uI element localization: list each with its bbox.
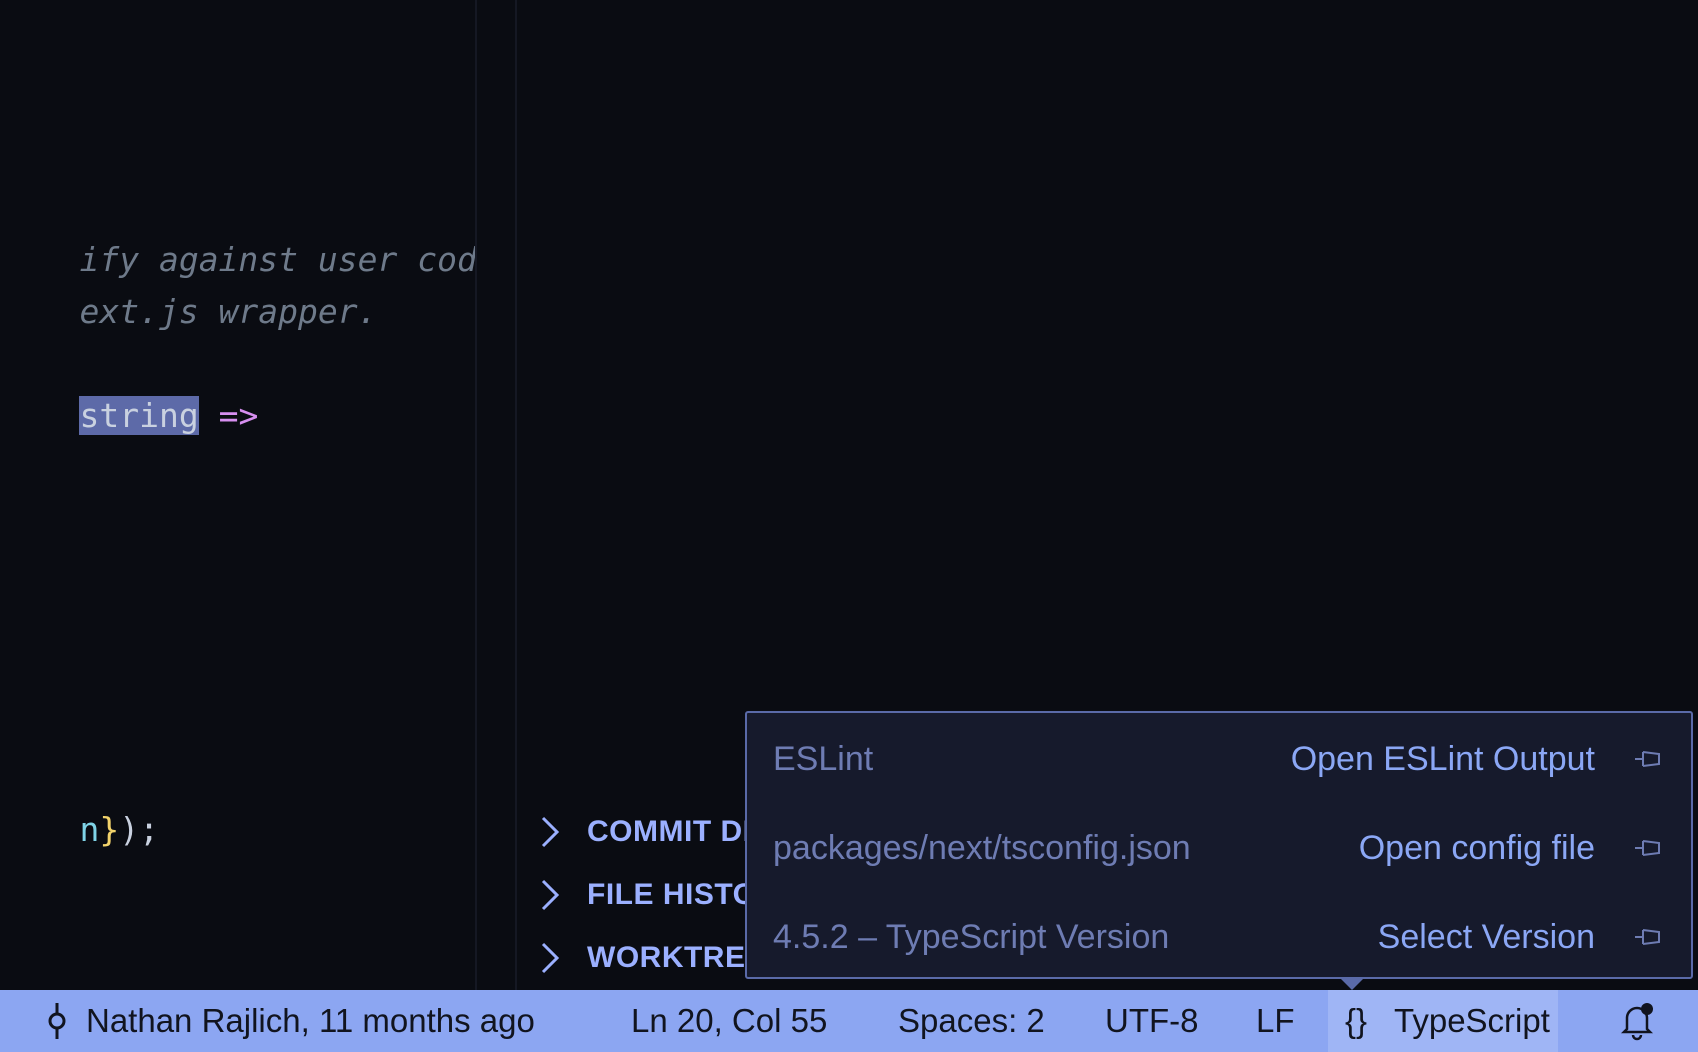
popup-row-label: 4.5.2 – TypeScript Version <box>773 917 1170 956</box>
popup-row-eslint: ESLint Open ESLint Output <box>773 729 1665 789</box>
notifications-bell-icon[interactable] <box>1612 990 1662 1052</box>
popup-row-ts-version: 4.5.2 – TypeScript Version Select Versio… <box>773 907 1665 967</box>
code-editor[interactable]: ify against user code. ext.js wrapper. s… <box>0 0 475 990</box>
code-token: } <box>99 810 120 849</box>
minimap-gutter <box>477 0 515 990</box>
language-status-braces-icon[interactable]: {} <box>1328 990 1384 1052</box>
git-blame-item[interactable]: Nathan Rajlich, 11 months ago <box>44 990 535 1052</box>
selected-type-token: string <box>79 396 199 435</box>
code-token: ext.js wrapper. <box>79 292 378 331</box>
select-version-link[interactable]: Select Version <box>1378 918 1595 957</box>
language-mode-item[interactable]: TypeScript <box>1384 990 1558 1052</box>
cursor-position-item[interactable]: Ln 20, Col 55 <box>631 990 827 1052</box>
pin-icon[interactable] <box>1631 920 1665 954</box>
code-token: n <box>79 810 100 849</box>
indentation-item[interactable]: Spaces: 2 <box>898 990 1045 1052</box>
chevron-right-icon <box>535 941 565 975</box>
git-blame-text: Nathan Rajlich, 11 months ago <box>86 1002 535 1039</box>
status-bar: Nathan Rajlich, 11 months ago Ln 20, Col… <box>0 990 1698 1052</box>
chevron-right-icon <box>535 878 565 912</box>
pin-icon[interactable] <box>1631 831 1665 865</box>
chevron-right-icon <box>535 815 565 849</box>
code-line-comment-2: ext.js wrapper. <box>0 252 378 372</box>
language-status-popup: ESLint Open ESLint Output packages/next/… <box>745 711 1693 979</box>
popup-row-tsconfig: packages/next/tsconfig.json Open config … <box>773 818 1665 878</box>
open-config-file-link[interactable]: Open config file <box>1359 829 1595 868</box>
code-token: ); <box>119 810 159 849</box>
git-commit-icon <box>44 1003 70 1039</box>
open-eslint-output-link[interactable]: Open ESLint Output <box>1291 740 1595 779</box>
popup-row-label: ESLint <box>773 739 874 778</box>
encoding-item[interactable]: UTF-8 <box>1105 990 1199 1052</box>
popup-row-label: packages/next/tsconfig.json <box>773 828 1191 867</box>
popup-caret <box>1340 978 1364 990</box>
code-line-signature: string => <box>0 356 258 476</box>
eol-item[interactable]: LF <box>1256 990 1295 1052</box>
pin-icon[interactable] <box>1631 742 1665 776</box>
code-line-closing: n}); <box>0 770 159 890</box>
arrow-token: => <box>198 396 259 435</box>
